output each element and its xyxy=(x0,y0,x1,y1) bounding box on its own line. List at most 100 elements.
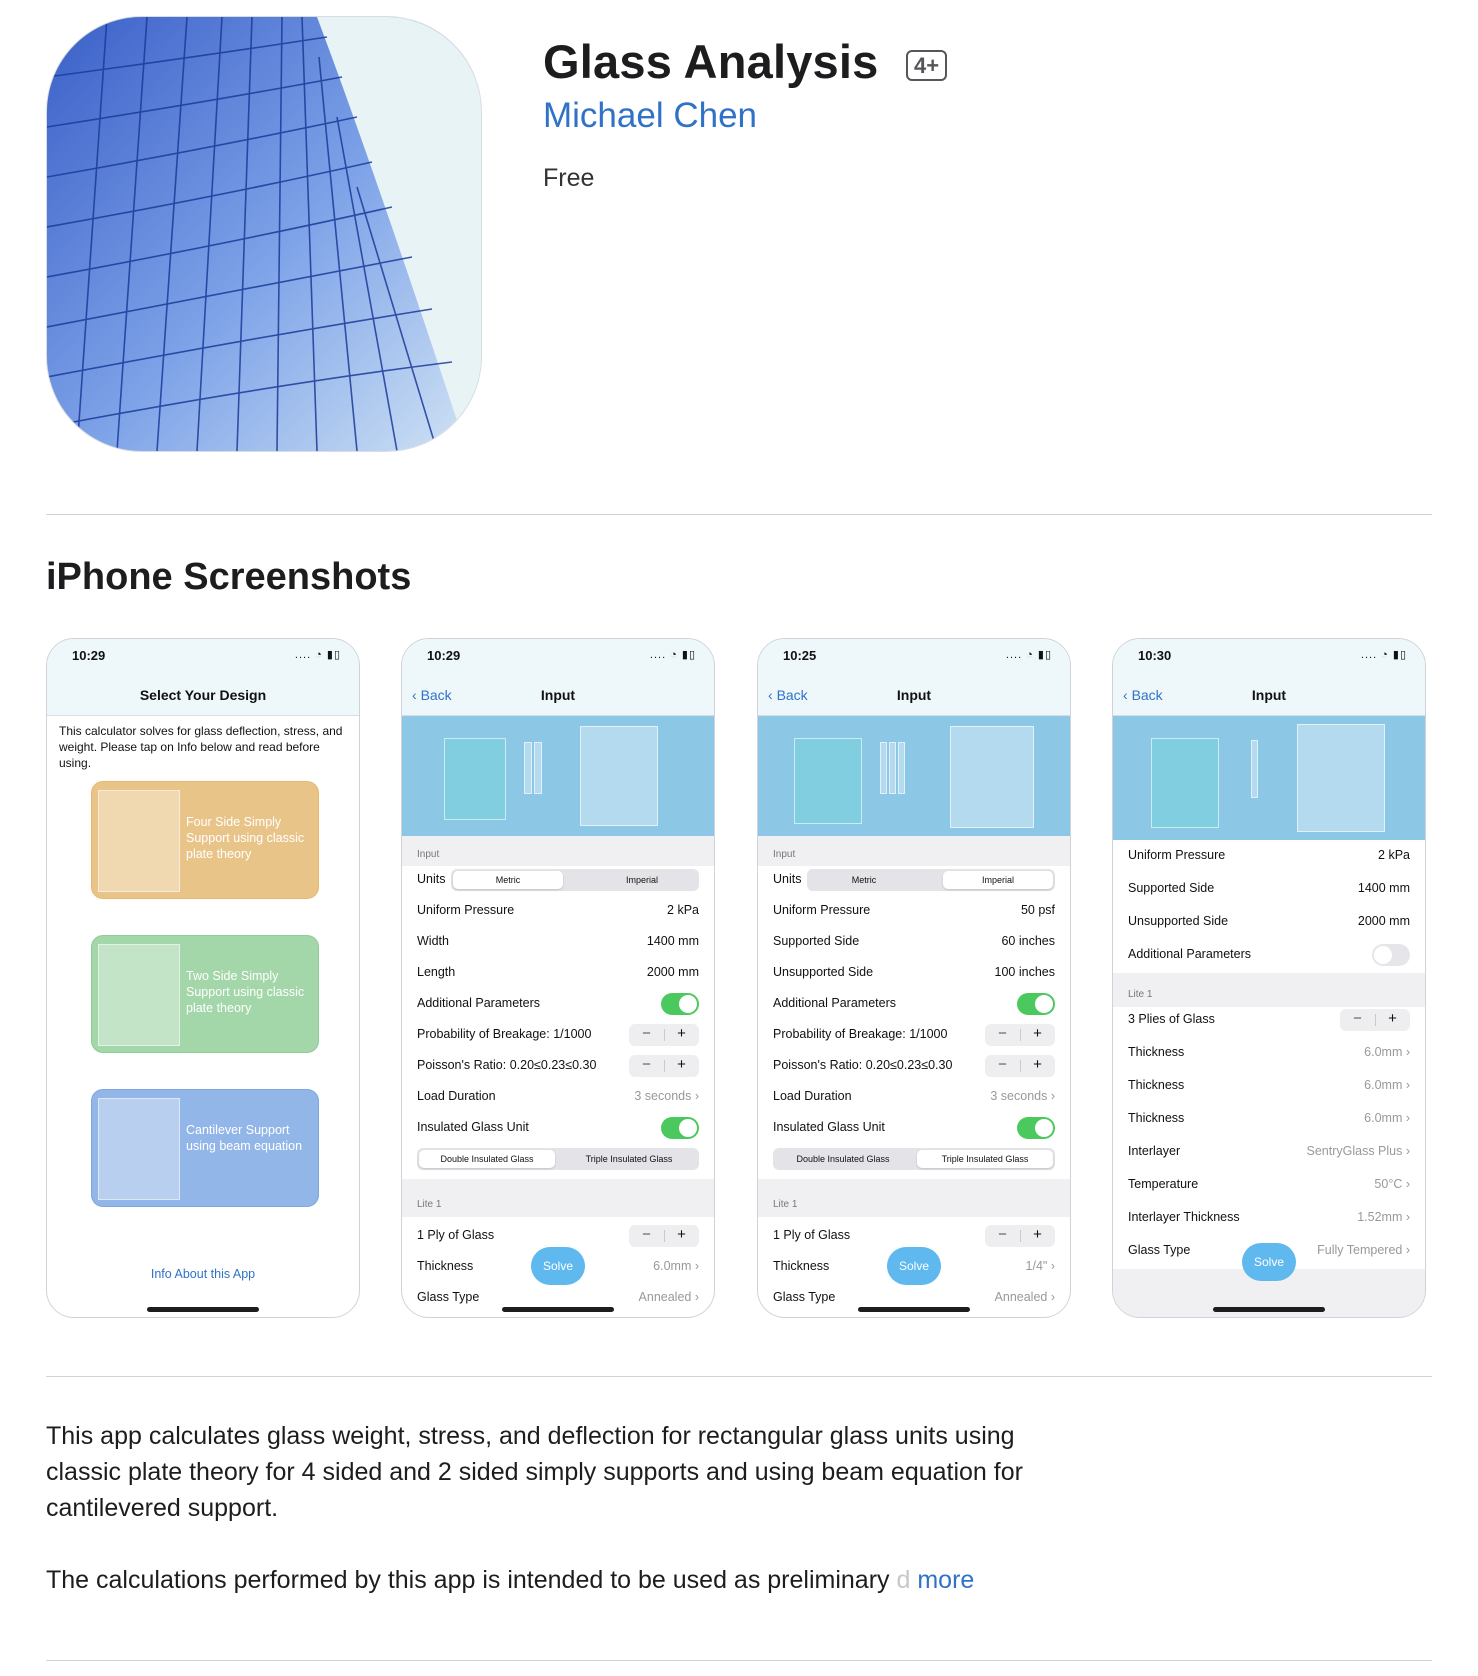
seg-double[interactable]: Double Insulated Glass xyxy=(419,1150,555,1168)
section-header xyxy=(402,836,714,866)
nav-bar: ‹ Back Input xyxy=(1113,677,1425,716)
card-cantilever[interactable]: Cantilever Support using beam equation xyxy=(91,1089,319,1207)
units-segmented[interactable]: Metric Imperial xyxy=(451,869,699,891)
pressure-row[interactable]: Uniform Pressure 2 kPa xyxy=(1128,845,1410,867)
row-label: Interlayer xyxy=(1128,1144,1181,1158)
load-duration-row[interactable]: Load Duration 3 seconds › xyxy=(773,1086,1055,1108)
ply-stepper[interactable]: − + xyxy=(985,1225,1055,1247)
card-four-side[interactable]: Four Side Simply Support using classic p… xyxy=(91,781,319,899)
length-row[interactable]: Length 2000 mm xyxy=(417,962,699,984)
solve-button[interactable]: Solve xyxy=(531,1247,585,1285)
additional-row: Additional Parameters xyxy=(417,993,699,1015)
plies-stepper[interactable]: − + xyxy=(1340,1009,1410,1031)
seg-triple[interactable]: Triple Insulated Glass xyxy=(561,1150,697,1168)
glass-pane-icon xyxy=(98,1098,180,1200)
seg-triple[interactable]: Triple Insulated Glass xyxy=(917,1150,1053,1168)
additional-toggle[interactable] xyxy=(1372,944,1410,966)
probability-stepper[interactable]: − + xyxy=(985,1024,1055,1046)
card-label: Two Side Simply Support using classic pl… xyxy=(186,969,305,1015)
row-label: Thickness xyxy=(1128,1078,1185,1092)
units-row: Units Metric Imperial xyxy=(417,869,699,891)
row-value: 2 kPa xyxy=(1378,848,1410,862)
card-two-side[interactable]: Two Side Simply Support using classic pl… xyxy=(91,935,319,1053)
additional-toggle[interactable] xyxy=(1017,993,1055,1015)
plies-row: 3 Plies of Glass − + xyxy=(1128,1009,1410,1031)
developer-link[interactable]: Michael Chen xyxy=(543,96,757,136)
description-fade: d xyxy=(896,1566,911,1594)
width-row[interactable]: Width 1400 mm xyxy=(417,931,699,953)
thickness-row[interactable]: Thickness 6.0mm › xyxy=(1128,1042,1410,1064)
row-label: Thickness xyxy=(417,1259,474,1273)
row-label: Uniform Pressure xyxy=(1128,848,1226,862)
units-segmented[interactable]: Metric Imperial xyxy=(807,869,1055,891)
pressure-row[interactable]: Uniform Pressure 2 kPa xyxy=(417,900,699,922)
interlayer-row[interactable]: Interlayer SentryGlass Plus › xyxy=(1128,1141,1410,1163)
igu-row: Insulated Glass Unit xyxy=(773,1117,1055,1139)
glass-3d-icon xyxy=(444,738,506,820)
status-time: 10:30 xyxy=(1138,648,1172,663)
info-link[interactable]: Info About this App xyxy=(47,1267,359,1281)
additional-toggle[interactable] xyxy=(661,993,699,1015)
glass-type-row[interactable]: Glass Type Annealed › xyxy=(417,1287,699,1309)
poisson-stepper[interactable]: − + xyxy=(985,1055,1055,1077)
screenshot-1[interactable]: 10:29 .... ◔ ▮▯ Select Your Design This … xyxy=(46,638,360,1318)
card-label: Cantilever Support using beam equation xyxy=(186,1123,303,1153)
poisson-stepper[interactable]: − + xyxy=(629,1055,699,1077)
temperature-row[interactable]: Temperature 50°C › xyxy=(1128,1174,1410,1196)
igu-segmented[interactable]: Double Insulated Glass Triple Insulated … xyxy=(773,1148,1055,1170)
igu-toggle[interactable] xyxy=(661,1117,699,1139)
probability-stepper[interactable]: − + xyxy=(629,1024,699,1046)
nav-title: Select Your Design xyxy=(139,687,267,703)
seg-metric[interactable]: Metric xyxy=(809,871,919,889)
load-duration-row[interactable]: Load Duration 3 seconds › xyxy=(417,1086,699,1108)
thickness-row[interactable]: Thickness 6.0mm › xyxy=(1128,1075,1410,1097)
seg-metric[interactable]: Metric xyxy=(453,871,563,889)
row-label: Probability of Breakage: 1/1000 xyxy=(773,1027,948,1041)
row-label: Poisson's Ratio: 0.20≤0.23≤0.30 xyxy=(417,1058,597,1072)
glass-section-icon xyxy=(898,742,905,794)
more-link[interactable]: more xyxy=(917,1566,974,1594)
supported-row[interactable]: Supported Side 1400 mm xyxy=(1128,878,1410,900)
row-label: Supported Side xyxy=(773,934,860,948)
screenshot-3[interactable]: 10:25 .... ◔ ▮▯ ‹ Back Input Input Units… xyxy=(757,638,1071,1318)
row-label: Uniform Pressure xyxy=(773,903,871,917)
signal-wifi-battery-icon: .... ◔ ▮▯ xyxy=(1360,649,1407,661)
description-text: The calculations performed by this app i… xyxy=(46,1566,890,1594)
nav-title: Input xyxy=(1251,687,1287,703)
ply-stepper[interactable]: − + xyxy=(629,1225,699,1247)
row-value: 2000 mm xyxy=(1357,914,1410,928)
seg-imperial[interactable]: Imperial xyxy=(943,871,1053,889)
app-title: Glass Analysis xyxy=(543,35,879,88)
solve-button[interactable]: Solve xyxy=(1242,1243,1296,1281)
home-indicator xyxy=(858,1307,970,1312)
additional-row: Additional Parameters xyxy=(1128,944,1410,966)
signal-wifi-battery-icon: .... ◔ ▮▯ xyxy=(649,649,696,661)
status-time: 10:29 xyxy=(427,648,461,663)
unsupported-row[interactable]: Unsupported Side 2000 mm xyxy=(1128,911,1410,933)
thickness-row[interactable]: Thickness 6.0mm › xyxy=(1128,1108,1410,1130)
seg-double[interactable]: Double Insulated Glass xyxy=(775,1150,911,1168)
glass-3d-icon xyxy=(1151,738,1219,828)
glass-type-row[interactable]: Glass Type Annealed › xyxy=(773,1287,1055,1309)
units-label: Units xyxy=(417,872,446,886)
status-bar: 10:25 .... ◔ ▮▯ xyxy=(758,639,1070,677)
screenshot-4[interactable]: 10:30 .... ◔ ▮▯ ‹ Back Input Uniform Pre… xyxy=(1112,638,1426,1318)
row-label: Glass Type xyxy=(1128,1243,1191,1257)
solve-button[interactable]: Solve xyxy=(887,1247,941,1285)
igu-segmented[interactable]: Double Insulated Glass Triple Insulated … xyxy=(417,1148,699,1170)
row-label: Uniform Pressure xyxy=(417,903,515,917)
seg-imperial[interactable]: Imperial xyxy=(587,871,697,889)
supported-row[interactable]: Supported Side 60 inches xyxy=(773,931,1055,953)
section-title: iPhone Screenshots xyxy=(46,556,412,598)
price-label: Free xyxy=(543,164,595,192)
interlayer-thickness-row[interactable]: Interlayer Thickness 1.52mm › xyxy=(1128,1207,1410,1229)
igu-toggle[interactable] xyxy=(1017,1117,1055,1139)
row-label: Thickness xyxy=(773,1259,830,1273)
row-label: Supported Side xyxy=(1128,881,1215,895)
unsupported-row[interactable]: Unsupported Side 100 inches xyxy=(773,962,1055,984)
row-label: Unsupported Side xyxy=(773,965,874,979)
pressure-row[interactable]: Uniform Pressure 50 psf xyxy=(773,900,1055,922)
section-label: Input xyxy=(773,849,796,860)
section-header xyxy=(758,1179,1070,1217)
screenshot-2[interactable]: 10:29 .... ◔ ▮▯ ‹ Back Input Input Units… xyxy=(401,638,715,1318)
